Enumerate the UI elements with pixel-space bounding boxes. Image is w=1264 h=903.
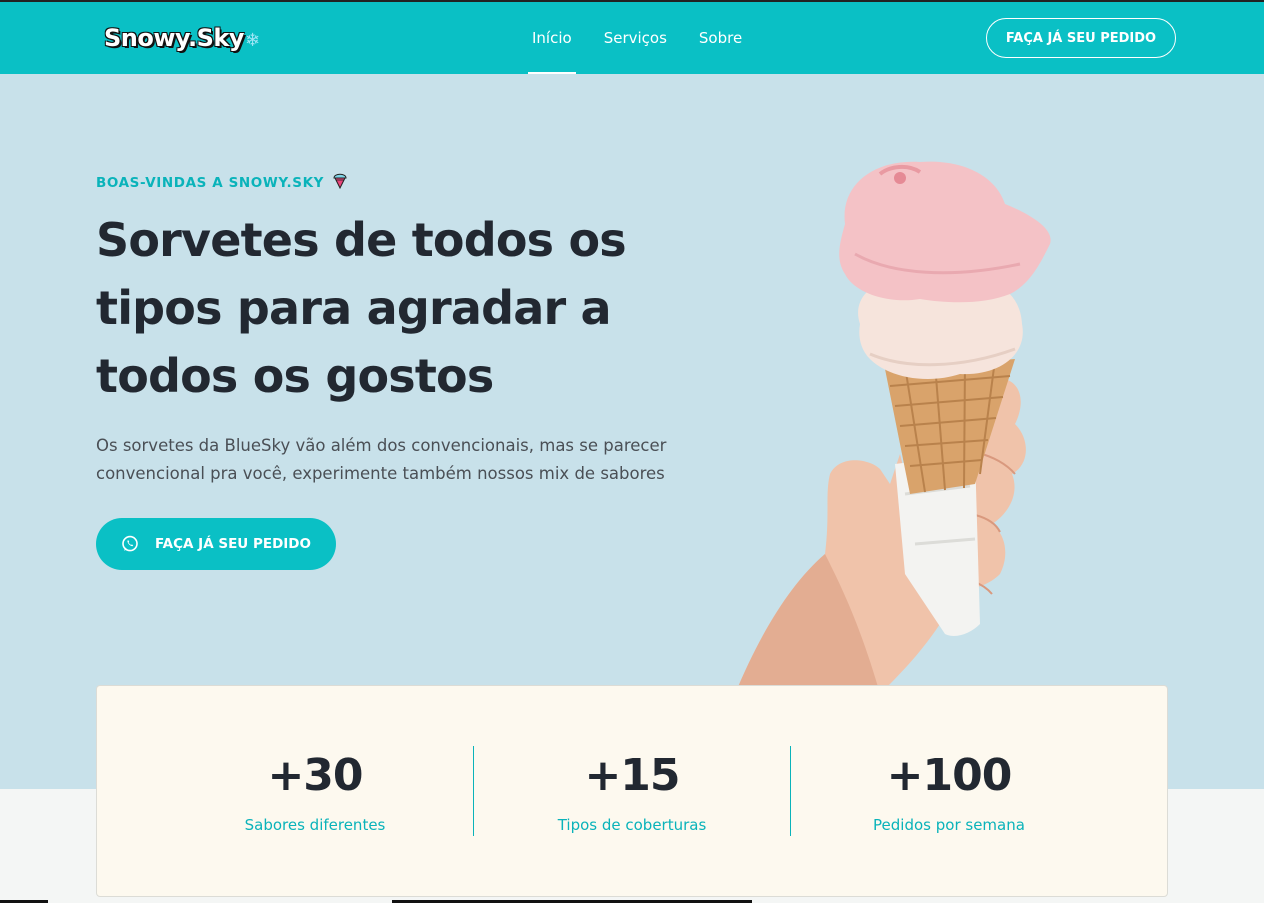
site-logo[interactable]: Snowy.Sky❄ bbox=[104, 24, 260, 52]
nav-item-inicio[interactable]: Início bbox=[528, 2, 576, 74]
snowflake-icon: ❄ bbox=[244, 30, 260, 51]
hero-order-button[interactable]: FAÇA JÁ SEU PEDIDO bbox=[96, 518, 336, 570]
main-nav: Início Serviços Sobre bbox=[528, 2, 774, 74]
header-order-button[interactable]: FAÇA JÁ SEU PEDIDO bbox=[986, 18, 1176, 58]
hero-eyebrow-text: BOAS-VINDAS A SNOWY.SKY bbox=[96, 175, 325, 191]
whatsapp-icon bbox=[122, 535, 138, 552]
hero-eyebrow: BOAS-VINDAS A SNOWY.SKY bbox=[96, 171, 347, 193]
hero-title: Sorvetes de todos os tipos para agradar … bbox=[96, 213, 627, 403]
stat-flavors: +30 Sabores diferentes bbox=[157, 686, 473, 898]
stat-value: +30 bbox=[267, 750, 363, 801]
stat-toppings: +15 Tipos de coberturas bbox=[474, 686, 790, 898]
nav-item-sobre[interactable]: Sobre bbox=[699, 2, 742, 74]
site-header: Snowy.Sky❄ Início Serviços Sobre FAÇA JÁ… bbox=[0, 2, 1264, 74]
ice-cream-icon bbox=[333, 171, 347, 193]
stat-orders: +100 Pedidos por semana bbox=[791, 686, 1107, 898]
stat-label: Sabores diferentes bbox=[244, 816, 386, 834]
stat-label: Tipos de coberturas bbox=[557, 816, 707, 834]
stat-value: +100 bbox=[886, 750, 1013, 801]
nav-item-servicos[interactable]: Serviços bbox=[604, 2, 667, 74]
stat-value: +15 bbox=[584, 750, 680, 801]
stats-panel: +30 Sabores diferentes +15 Tipos de cobe… bbox=[96, 685, 1168, 897]
hero-section: BOAS-VINDAS A SNOWY.SKY Sorvetes de todo… bbox=[0, 74, 1264, 789]
hero-order-label: FAÇA JÁ SEU PEDIDO bbox=[155, 536, 311, 552]
hero-subtitle: Os sorvetes da BlueSky vão além dos conv… bbox=[96, 436, 667, 483]
ice-cream-cone-image bbox=[735, 161, 1051, 694]
stat-label: Pedidos por semana bbox=[873, 816, 1025, 834]
